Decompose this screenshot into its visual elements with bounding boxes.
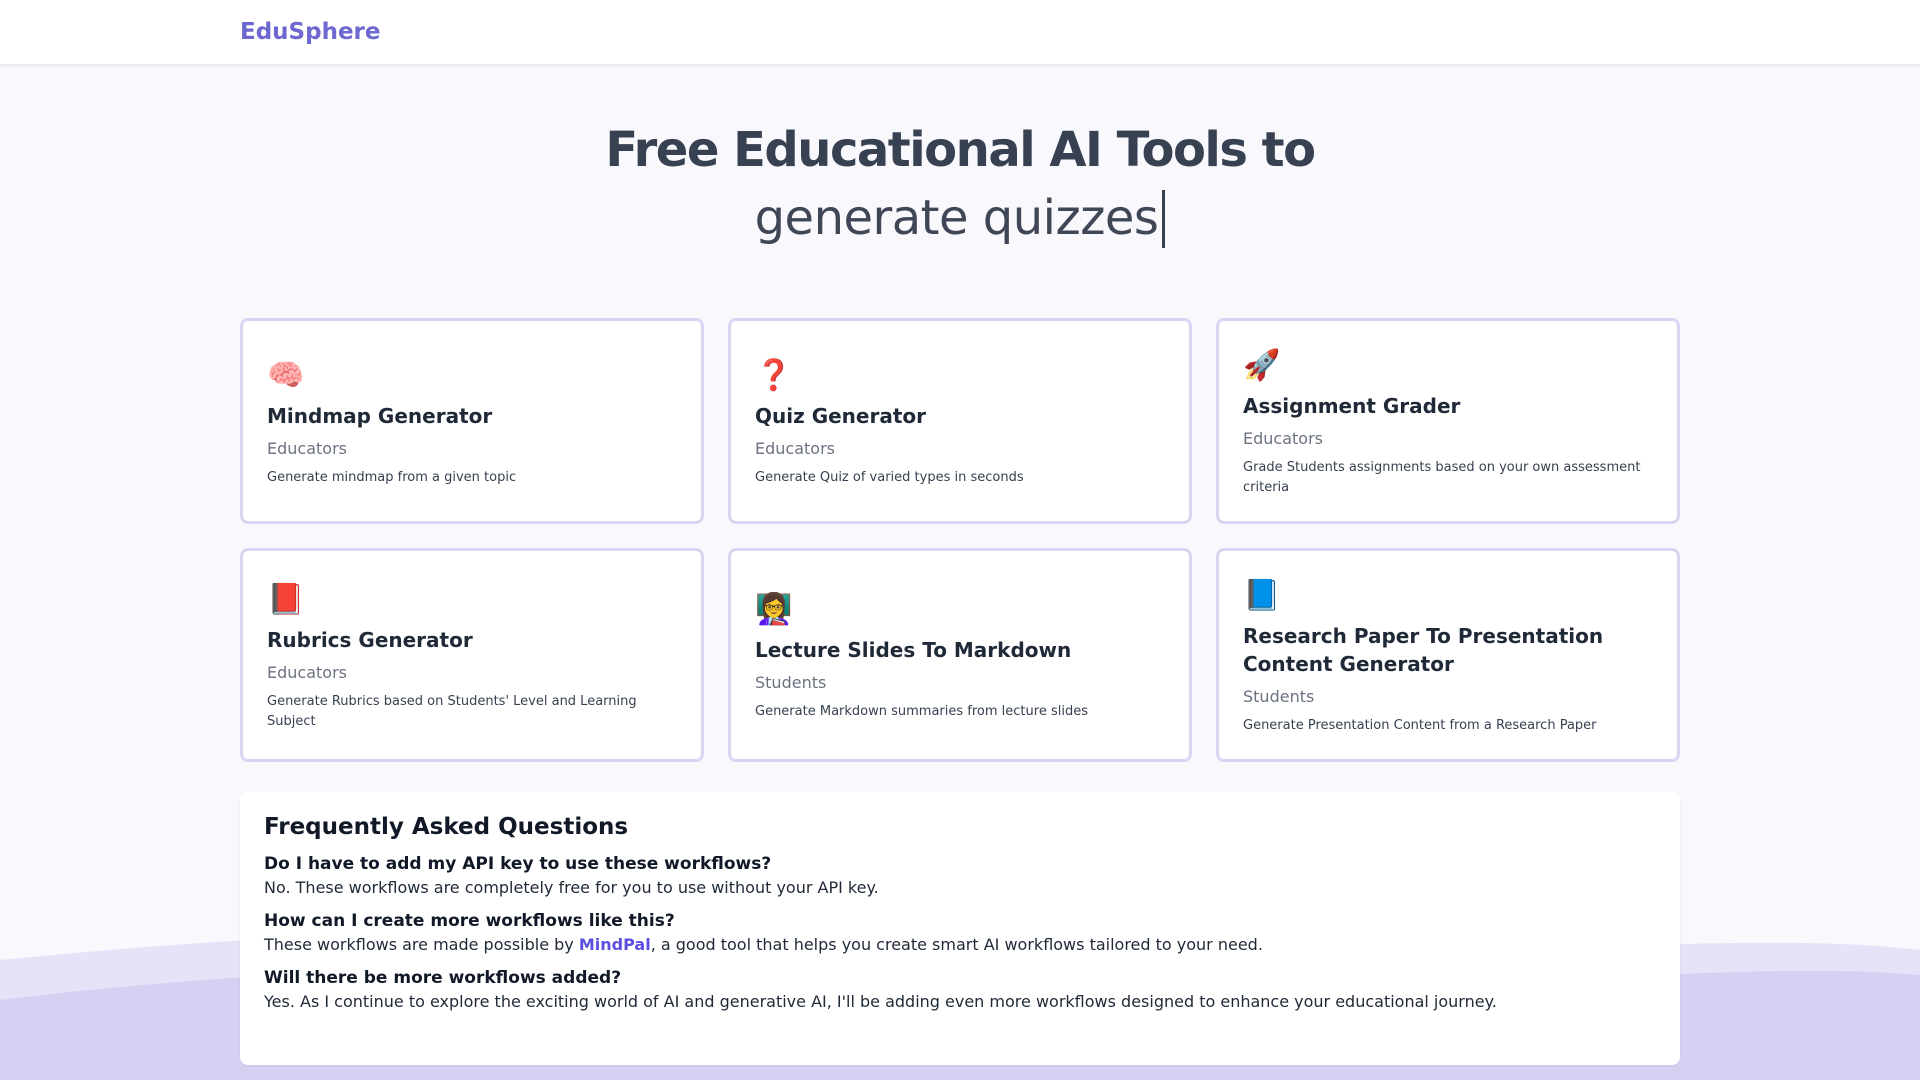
blue-book-icon: 📘 [1243,578,1281,612]
card-audience: Educators [755,438,835,458]
card-title: Lecture Slides To Markdown [755,637,1072,662]
hero-typed-text: generate quizzes [754,189,1159,246]
faq-answer: No. These workflows are completely free … [264,877,879,897]
tool-card-assignment-grader[interactable]: 🚀 Assignment Grader Educators Grade Stud… [1216,317,1680,524]
card-description: Generate mindmap from a given topic [267,469,517,485]
card-audience: Educators [1243,428,1323,448]
book-icon: 📕 [267,582,305,616]
typing-cursor [1162,189,1166,248]
card-audience: Educators [267,662,347,682]
card-title: Research Paper To Presentation Content G… [1243,623,1604,676]
hero-title: Free Educational AI Tools to [605,122,1316,178]
card-title: Rubrics Generator [267,627,473,652]
faq-answer: Yes. As I continue to explore the exciti… [264,991,1497,1011]
card-description: Generate Presentation Content from a Res… [1243,717,1597,733]
card-description: Generate Markdown summaries from lecture… [755,703,1088,719]
tool-card-mindmap-generator[interactable]: 🧠 Mindmap Generator Educators Generate m… [240,317,704,524]
faq-heading: Frequently Asked Questions [264,813,629,840]
card-audience: Educators [267,438,347,458]
faq-answer: These workflows are made possible by Min… [264,935,1656,954]
card-title: Quiz Generator [755,403,927,428]
brain-icon: 🧠 [267,358,305,392]
faq-section: Frequently Asked Questions Do I have to … [240,791,1680,1065]
card-description: Generate Quiz of varied types in seconds [755,469,1024,485]
tool-card-quiz-generator[interactable]: ❓ Quiz Generator Educators Generate Quiz… [728,317,1192,524]
card-audience: Students [755,672,827,692]
tool-card-research-paper-to-presentation[interactable]: 📘 Research Paper To Presentation Content… [1216,547,1680,762]
mindpal-link[interactable]: MindPal [579,935,651,954]
card-description: Generate Rubrics based on Students' Leve… [267,693,637,729]
card-description: Grade Students assignments based on your… [1243,459,1641,495]
tool-card-lecture-slides-to-markdown[interactable]: 👩‍🏫 Lecture Slides To Markdown Students … [728,547,1192,762]
faq-answer-text: , a good tool that helps you create smar… [650,934,1263,954]
tools-grid: 🧠 Mindmap Generator Educators Generate m… [240,317,1680,762]
navbar: EduSphere [0,0,1920,64]
hero-typed-text-container: generate quizzes [754,189,1166,248]
tool-card-rubrics-generator[interactable]: 📕 Rubrics Generator Educators Generate R… [240,547,704,762]
card-audience: Students [1243,686,1315,706]
faq-answer-text: These workflows are made possible by [264,934,579,954]
teacher-icon: 👩‍🏫 [755,592,793,626]
faq-question: Will there be more workflows added? [264,967,622,988]
question-mark-icon: ❓ [755,358,793,392]
card-title: Mindmap Generator [267,403,493,428]
faq-question: Do I have to add my API key to use these… [264,853,772,874]
rocket-icon: 🚀 [1243,348,1281,382]
card-title: Assignment Grader [1243,393,1461,418]
brand-logo[interactable]: EduSphere [240,19,381,45]
faq-question: How can I create more workflows like thi… [264,910,675,931]
hero: Free Educational AI Tools to generate qu… [0,64,1920,248]
